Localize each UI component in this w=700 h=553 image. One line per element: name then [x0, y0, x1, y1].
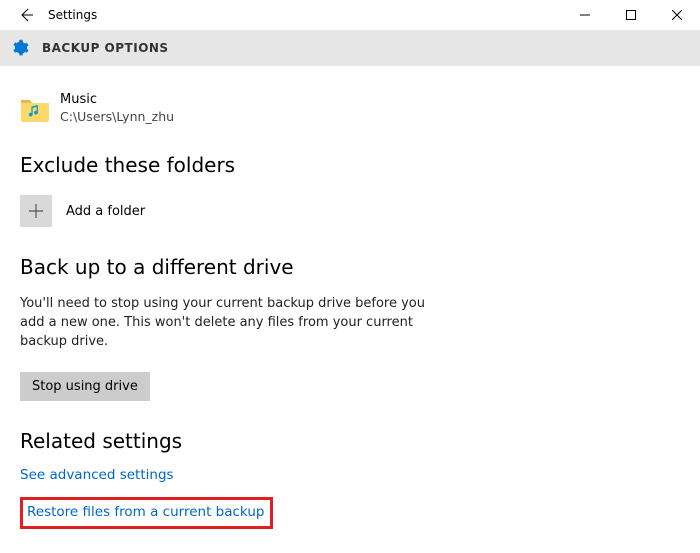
back-button[interactable]: [10, 0, 42, 30]
different-drive-description: You'll need to stop using your current b…: [20, 295, 430, 352]
page-header: BACKUP OPTIONS: [0, 30, 700, 66]
app-title: Settings: [48, 8, 97, 22]
maximize-icon: [626, 10, 636, 20]
music-folder-icon: [20, 96, 50, 122]
highlight-annotation: Restore files from a current backup: [20, 497, 273, 529]
content-area: C:\Users\Public Music C:\Users\Lynn_zhu …: [0, 66, 700, 549]
folder-item-name: Music: [60, 92, 174, 109]
stop-using-drive-button[interactable]: Stop using drive: [20, 372, 150, 401]
page-title: BACKUP OPTIONS: [42, 41, 169, 55]
folder-item-path: C:\Users\Lynn_zhu: [60, 109, 174, 125]
add-folder-label: Add a folder: [66, 204, 145, 219]
minimize-button[interactable]: [562, 0, 608, 30]
folder-list-item[interactable]: Music C:\Users\Lynn_zhu: [20, 92, 680, 125]
close-button[interactable]: [654, 0, 700, 30]
maximize-button[interactable]: [608, 0, 654, 30]
restore-files-link[interactable]: Restore files from a current backup: [27, 504, 264, 520]
titlebar: Settings: [0, 0, 700, 30]
plus-icon: [20, 195, 52, 227]
arrow-left-icon: [18, 7, 34, 23]
close-icon: [672, 10, 682, 20]
minimize-icon: [580, 10, 590, 20]
related-settings-heading: Related settings: [20, 429, 680, 453]
add-folder-button[interactable]: Add a folder: [20, 195, 680, 227]
settings-gear-icon: [10, 38, 30, 58]
different-drive-heading: Back up to a different drive: [20, 255, 680, 279]
exclude-heading: Exclude these folders: [20, 153, 680, 177]
see-advanced-settings-link[interactable]: See advanced settings: [20, 467, 174, 483]
